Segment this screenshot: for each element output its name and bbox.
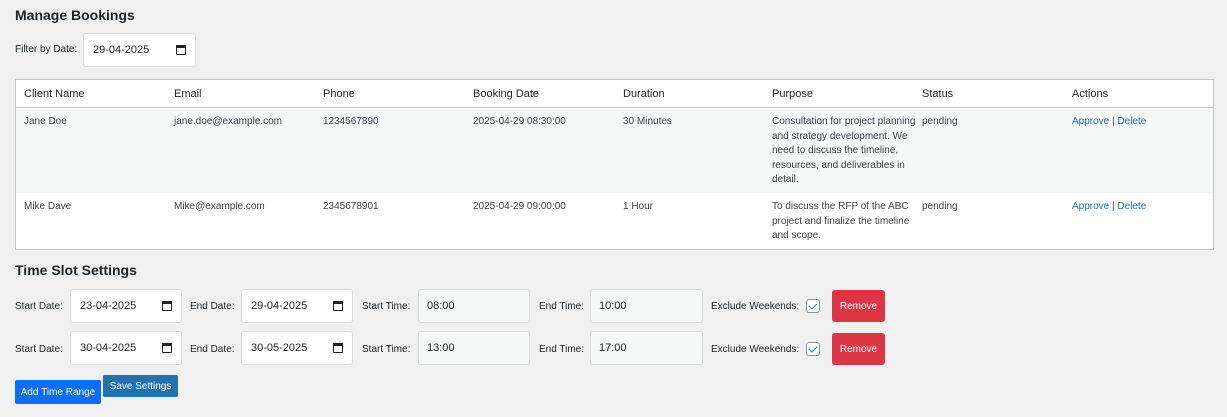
client-email: jane.doe@example.com <box>174 116 282 127</box>
end-time-input[interactable]: 17:00 <box>590 331 703 365</box>
start-date-value: 30-04-2025 <box>80 342 137 354</box>
start-date-input[interactable]: 23-04-2025 <box>70 289 182 323</box>
col-booking-date: Booking Date <box>473 88 540 100</box>
end-time-label: End Time: <box>539 301 585 312</box>
end-time-input[interactable]: 10:00 <box>590 289 703 323</box>
start-time-input[interactable]: 13:00 <box>418 331 530 365</box>
calendar-icon[interactable] <box>162 301 172 311</box>
end-date-input[interactable]: 29-04-2025 <box>241 289 353 323</box>
filter-date-label: Filter by Date: <box>15 44 78 55</box>
save-settings-button[interactable]: Save Settings <box>103 375 178 397</box>
col-phone: Phone <box>323 88 355 100</box>
booking-date: 2025-04-29 09:00:00 <box>473 201 566 212</box>
end-time-value: 17:00 <box>599 342 627 354</box>
remove-range-button[interactable]: Remove <box>832 290 885 322</box>
exclude-weekends-label: Exclude Weekends: <box>711 301 800 312</box>
client-email: Mike@example.com <box>174 201 265 212</box>
end-date-label: End Date: <box>190 344 235 355</box>
end-date-value: 29-04-2025 <box>251 300 308 312</box>
remove-range-button[interactable]: Remove <box>832 333 885 365</box>
end-time-value: 10:00 <box>599 300 627 312</box>
filter-date-value: 29-04-2025 <box>93 44 150 56</box>
col-purpose: Purpose <box>772 88 813 100</box>
start-time-label: Start Time: <box>362 344 411 355</box>
action-separator: | <box>1112 201 1115 212</box>
end-date-label: End Date: <box>190 301 235 312</box>
delete-link[interactable]: Delete <box>1117 201 1146 212</box>
calendar-icon[interactable] <box>333 343 343 353</box>
timeslots-title: Time Slot Settings <box>15 262 137 278</box>
table-header: Client Name Email Phone Booking Date Dur… <box>16 80 1213 108</box>
booking-duration: 1 Hour <box>623 201 654 212</box>
client-name: Jane Doe <box>24 116 67 127</box>
table-row: Mike Dave Mike@example.com 2345678901 20… <box>16 193 1213 250</box>
row-actions: Approve | Delete <box>1072 115 1146 130</box>
exclude-weekends-checkbox[interactable] <box>806 299 820 313</box>
start-time-label: Start Time: <box>362 301 411 312</box>
filter-date-input[interactable]: 29-04-2025 <box>83 33 196 67</box>
start-date-label: Start Date: <box>15 344 63 355</box>
start-time-input[interactable]: 08:00 <box>418 289 530 323</box>
end-date-value: 30-05-2025 <box>251 342 308 354</box>
exclude-weekends-label: Exclude Weekends: <box>711 344 800 355</box>
client-phone: 1234567890 <box>323 116 379 127</box>
col-client-name: Client Name <box>24 88 85 100</box>
exclude-weekends-checkbox[interactable] <box>806 342 820 356</box>
end-time-label: End Time: <box>539 344 585 355</box>
calendar-icon[interactable] <box>333 301 343 311</box>
client-name: Mike Dave <box>24 201 72 212</box>
booking-status: pending <box>922 116 958 127</box>
approve-link[interactable]: Approve <box>1072 201 1109 212</box>
bookings-table: Client Name Email Phone Booking Date Dur… <box>15 79 1214 250</box>
booking-status: pending <box>922 201 958 212</box>
col-email: Email <box>174 88 202 100</box>
calendar-icon[interactable] <box>176 45 186 55</box>
booking-date: 2025-04-29 08:30:00 <box>473 116 566 127</box>
start-date-input[interactable]: 30-04-2025 <box>70 331 182 365</box>
end-date-input[interactable]: 30-05-2025 <box>241 331 353 365</box>
delete-link[interactable]: Delete <box>1117 116 1146 127</box>
table-row: Jane Doe jane.doe@example.com 1234567890… <box>16 109 1213 193</box>
col-status: Status <box>922 88 954 100</box>
start-date-value: 23-04-2025 <box>80 300 137 312</box>
approve-link[interactable]: Approve <box>1072 116 1109 127</box>
calendar-icon[interactable] <box>162 343 172 353</box>
client-phone: 2345678901 <box>323 201 379 212</box>
start-time-value: 08:00 <box>427 300 455 312</box>
start-time-value: 13:00 <box>427 342 455 354</box>
booking-purpose: Consultation for project planning and st… <box>772 116 916 185</box>
col-actions: Actions <box>1072 88 1109 100</box>
row-actions: Approve | Delete <box>1072 200 1146 215</box>
bookings-title: Manage Bookings <box>15 7 135 23</box>
booking-purpose: To discuss the RFP of the ABC project an… <box>772 201 910 241</box>
booking-duration: 30 Minutes <box>623 116 672 127</box>
action-separator: | <box>1112 116 1115 127</box>
add-time-range-button[interactable]: Add Time Range <box>15 380 101 404</box>
start-date-label: Start Date: <box>15 301 63 312</box>
col-duration: Duration <box>623 88 665 100</box>
